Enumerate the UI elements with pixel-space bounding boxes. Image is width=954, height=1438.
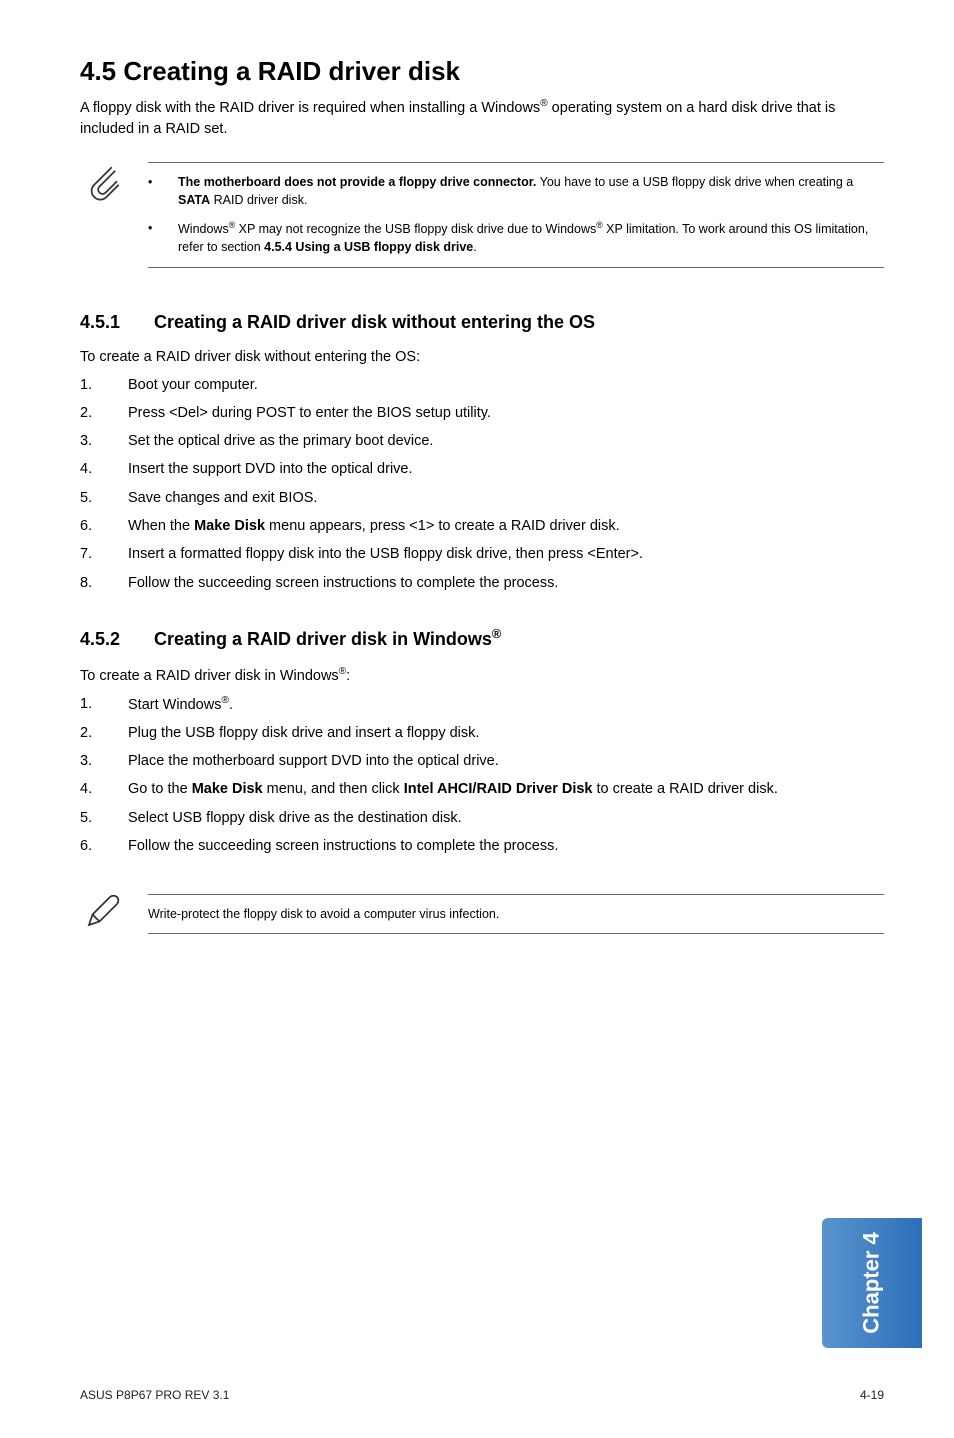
step-text: Insert a formatted floppy disk into the … (128, 544, 884, 564)
step-item: 4.Insert the support DVD into the optica… (80, 459, 884, 479)
step-item: 1.Boot your computer. (80, 375, 884, 395)
registered-symbol: ® (540, 98, 547, 109)
step-number: 4. (80, 459, 128, 479)
note-item: • The motherboard does not provide a flo… (148, 173, 884, 209)
step-text: Follow the succeeding screen instruction… (128, 573, 884, 593)
intro-text-pre: A floppy disk with the RAID driver is re… (80, 100, 540, 116)
paperclip-icon (82, 162, 124, 209)
note-bold: The motherboard does not provide a flopp… (178, 175, 536, 189)
step-item: 7.Insert a formatted floppy disk into th… (80, 544, 884, 564)
note-content: Write-protect the floppy disk to avoid a… (148, 894, 884, 934)
note-content: • The motherboard does not provide a flo… (148, 162, 884, 268)
pencil-icon (82, 890, 124, 937)
note-text: . (473, 240, 476, 254)
footer-left: ASUS P8P67 PRO REV 3.1 (80, 1388, 229, 1402)
intro-paragraph: A floppy disk with the RAID driver is re… (80, 97, 884, 140)
step-number: 2. (80, 403, 128, 423)
step-text: Press <Del> during POST to enter the BIO… (128, 403, 884, 423)
intro-text-post: : (346, 668, 350, 684)
step-number: 6. (80, 516, 128, 536)
step-number: 7. (80, 544, 128, 564)
step-number: 8. (80, 573, 128, 593)
step-item: 8.Follow the succeeding screen instructi… (80, 573, 884, 593)
step-text: Insert the support DVD into the optical … (128, 459, 884, 479)
steps-list: 1.Start Windows®.2.Plug the USB floppy d… (80, 694, 884, 857)
step-text: Go to the Make Disk menu, and then click… (128, 779, 884, 799)
step-item: 3.Set the optical drive as the primary b… (80, 431, 884, 451)
note-text: Write-protect the floppy disk to avoid a… (148, 907, 499, 921)
step-item: 3.Place the motherboard support DVD into… (80, 751, 884, 771)
note-text: RAID driver disk. (210, 193, 307, 207)
step-text: Start Windows®. (128, 694, 884, 715)
subsection-title: Creating a RAID driver disk in Windows (154, 629, 492, 649)
step-text: Follow the succeeding screen instruction… (128, 836, 884, 856)
registered-symbol: ® (492, 627, 501, 641)
step-item: 2.Plug the USB floppy disk drive and ins… (80, 723, 884, 743)
subsection-title: Creating a RAID driver disk without ente… (154, 312, 595, 332)
step-number: 3. (80, 751, 128, 771)
step-item: 2.Press <Del> during POST to enter the B… (80, 403, 884, 423)
note-box: Write-protect the floppy disk to avoid a… (82, 890, 884, 937)
step-text: Plug the USB floppy disk drive and inser… (128, 723, 884, 743)
note-bold: SATA (178, 193, 210, 207)
step-number: 5. (80, 808, 128, 828)
step-text: When the Make Disk menu appears, press <… (128, 516, 884, 536)
step-text: Boot your computer. (128, 375, 884, 395)
note-item: • Windows® XP may not recognize the USB … (148, 219, 884, 256)
step-text: Select USB floppy disk drive as the dest… (128, 808, 884, 828)
note-text: You have to use a USB floppy disk drive … (536, 175, 853, 189)
note-bold: 4.5.4 Using a USB floppy disk drive (264, 240, 473, 254)
step-number: 3. (80, 431, 128, 451)
step-text: Set the optical drive as the primary boo… (128, 431, 884, 451)
subsection-intro: To create a RAID driver disk in Windows®… (80, 666, 884, 684)
subsection-heading: 4.5.1Creating a RAID driver disk without… (80, 312, 884, 333)
step-item: 1.Start Windows®. (80, 694, 884, 715)
step-item: 6.Follow the succeeding screen instructi… (80, 836, 884, 856)
bullet: • (148, 219, 178, 256)
note-text: XP may not recognize the USB floppy disk… (235, 222, 596, 236)
step-item: 4.Go to the Make Disk menu, and then cli… (80, 779, 884, 799)
step-number: 1. (80, 694, 128, 715)
page-footer: ASUS P8P67 PRO REV 3.1 4-19 (80, 1388, 884, 1402)
bullet: • (148, 173, 178, 209)
step-text: Place the motherboard support DVD into t… (128, 751, 884, 771)
step-number: 4. (80, 779, 128, 799)
steps-list: 1.Boot your computer.2.Press <Del> durin… (80, 375, 884, 593)
note-box: • The motherboard does not provide a flo… (82, 162, 884, 268)
note-text: Windows (178, 222, 229, 236)
step-item: 6.When the Make Disk menu appears, press… (80, 516, 884, 536)
chapter-tab: Chapter 4 (822, 1218, 922, 1348)
step-number: 2. (80, 723, 128, 743)
footer-right: 4-19 (860, 1388, 884, 1402)
intro-text-pre: To create a RAID driver disk in Windows (80, 668, 339, 684)
subsection-intro: To create a RAID driver disk without ent… (80, 349, 884, 365)
step-number: 5. (80, 488, 128, 508)
step-text: Save changes and exit BIOS. (128, 488, 884, 508)
subsection-number: 4.5.1 (80, 312, 154, 333)
step-number: 1. (80, 375, 128, 395)
step-number: 6. (80, 836, 128, 856)
step-item: 5.Select USB floppy disk drive as the de… (80, 808, 884, 828)
section-heading: 4.5 Creating a RAID driver disk (80, 56, 884, 87)
chapter-tab-label: Chapter 4 (859, 1232, 885, 1333)
subsection-heading: 4.5.2Creating a RAID driver disk in Wind… (80, 627, 884, 650)
subsection-number: 4.5.2 (80, 629, 154, 650)
step-item: 5.Save changes and exit BIOS. (80, 488, 884, 508)
